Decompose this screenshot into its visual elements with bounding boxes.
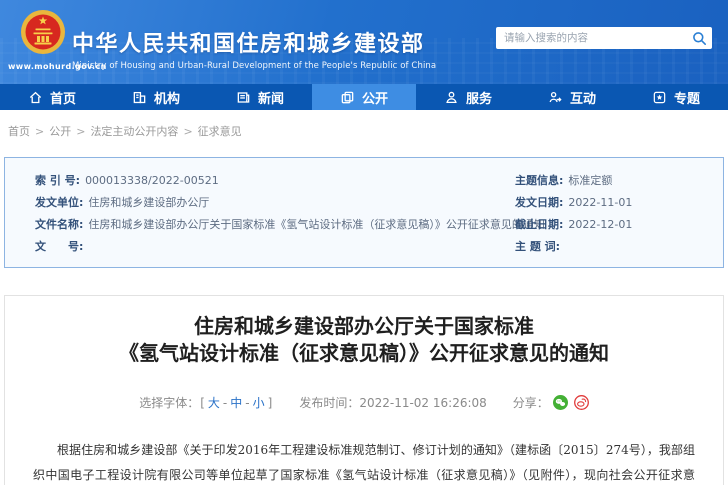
share-label: 分享： xyxy=(513,394,549,411)
share-icons xyxy=(553,395,589,410)
info-label: 主 题 词: xyxy=(515,236,560,258)
nav-item-label: 机构 xyxy=(154,88,180,107)
info-value: 000013338/2022-00521 xyxy=(85,170,219,192)
publish-time-label: 发布时间： xyxy=(299,394,359,411)
breadcrumb: 首页 > 公开 > 法定主动公开内容 > 征求意见 xyxy=(0,110,728,150)
nav-item-label: 服务 xyxy=(466,88,492,107)
site-title: 中华人民共和国住房和城乡建设部 xyxy=(72,26,436,58)
breadcrumb-separator: > xyxy=(183,125,192,138)
info-row-topic-info: 主题信息: 标准定额 xyxy=(515,170,723,192)
interact-person-icon xyxy=(548,90,563,105)
info-value: 2022-11-01 xyxy=(568,192,632,214)
topic-star-icon xyxy=(652,90,667,105)
info-value: 住房和城乡建设部办公厅 xyxy=(88,192,209,214)
nav-item-label: 首页 xyxy=(50,88,76,107)
article-title-line2: 《氢气站设计标准（征求意见稿）》公开征求意见的通知 xyxy=(31,340,697,367)
info-row-issue-date: 发文日期: 2022-11-01 xyxy=(515,192,723,214)
home-icon xyxy=(28,90,43,105)
info-row-document-number: 文 号: xyxy=(35,236,513,258)
nav-item-label: 新闻 xyxy=(258,88,284,107)
search-box xyxy=(496,27,712,49)
info-value: 住房和城乡建设部办公厅关于国家标准《氢气站设计标准（征求意见稿）》公开征求意见的… xyxy=(88,214,545,236)
site-header: www.mohurd.gov.cn 中华人民共和国住房和城乡建设部 Minist… xyxy=(0,0,728,84)
nav-item-org[interactable]: 机构 xyxy=(104,84,208,110)
info-label: 截止日期: xyxy=(515,214,563,236)
weibo-share-icon[interactable] xyxy=(574,395,589,410)
breadcrumb-item-statutory[interactable]: 法定主动公开内容 xyxy=(90,123,178,139)
info-label: 文件名称: xyxy=(35,214,83,236)
font-size-dash: - xyxy=(223,396,227,410)
breadcrumb-item-current: 征求意见 xyxy=(198,123,242,139)
nav-item-open[interactable]: 公开 xyxy=(312,84,416,110)
site-subtitle: Ministry of Housing and Urban-Rural Deve… xyxy=(72,61,436,71)
nav-item-news[interactable]: 新闻 xyxy=(208,84,312,110)
info-row-keywords: 主 题 词: xyxy=(515,236,723,258)
article-card: 住房和城乡建设部办公厅关于国家标准 《氢气站设计标准（征求意见稿）》公开征求意见… xyxy=(4,295,724,485)
document-info-panel: 索 引 号: 000013338/2022-00521 发文单位: 住房和城乡建… xyxy=(4,157,724,268)
publish-time-group: 发布时间： 2022-11-02 16:26:08 xyxy=(299,394,486,411)
org-building-icon xyxy=(132,90,147,105)
search-button[interactable] xyxy=(692,31,707,46)
nav-item-service[interactable]: 服务 xyxy=(416,84,520,110)
info-column-right: 主题信息: 标准定额 发文日期: 2022-11-01 截止日期: 2022-1… xyxy=(513,170,723,258)
nav-item-label: 互动 xyxy=(570,88,596,107)
nav-item-label: 专题 xyxy=(674,88,700,107)
header-titles: 中华人民共和国住房和城乡建设部 Ministry of Housing and … xyxy=(72,26,436,71)
breadcrumb-item-home[interactable]: 首页 xyxy=(8,123,30,139)
open-documents-icon xyxy=(340,90,355,105)
font-size-dash: - xyxy=(245,396,249,410)
breadcrumb-separator: > xyxy=(76,125,85,138)
info-value: 2022-12-01 xyxy=(568,214,632,236)
nav-item-home[interactable]: 首页 xyxy=(0,84,104,110)
breadcrumb-item-open[interactable]: 公开 xyxy=(49,123,71,139)
article-title-line1: 住房和城乡建设部办公厅关于国家标准 xyxy=(31,313,697,340)
info-row-document-title: 文件名称: 住房和城乡建设部办公厅关于国家标准《氢气站设计标准（征求意见稿）》公… xyxy=(35,214,513,236)
news-icon xyxy=(236,90,251,105)
info-label: 发文日期: xyxy=(515,192,563,214)
info-value: 标准定额 xyxy=(568,170,612,192)
font-size-small-link[interactable]: 小 xyxy=(253,394,265,411)
font-size-bracket-close: ] xyxy=(268,396,273,410)
info-row-issuing-unit: 发文单位: 住房和城乡建设部办公厅 xyxy=(35,192,513,214)
font-size-bracket-open: [ xyxy=(200,396,205,410)
font-size-medium-link[interactable]: 中 xyxy=(230,394,242,411)
info-row-deadline-date: 截止日期: 2022-12-01 xyxy=(515,214,723,236)
breadcrumb-separator: > xyxy=(35,125,44,138)
font-size-selector: 选择字体： [ 大 - 中 - 小 ] xyxy=(139,394,273,411)
info-column-left: 索 引 号: 000013338/2022-00521 发文单位: 住房和城乡建… xyxy=(5,170,513,258)
info-label: 索 引 号: xyxy=(35,170,80,192)
search-input[interactable] xyxy=(504,32,692,44)
info-row-index-number: 索 引 号: 000013338/2022-00521 xyxy=(35,170,513,192)
wechat-share-icon[interactable] xyxy=(553,395,568,410)
share-group: 分享： xyxy=(513,394,589,411)
font-size-large-link[interactable]: 大 xyxy=(208,394,220,411)
article-meta-row: 选择字体： [ 大 - 中 - 小 ] 发布时间： 2022-11-02 16:… xyxy=(31,394,697,411)
main-nav: 首页 机构 新闻 公开 服务 xyxy=(0,84,728,110)
nav-item-interact[interactable]: 互动 xyxy=(520,84,624,110)
national-emblem-icon xyxy=(20,6,66,64)
info-label: 发文单位: xyxy=(35,192,83,214)
article-title: 住房和城乡建设部办公厅关于国家标准 《氢气站设计标准（征求意见稿）》公开征求意见… xyxy=(31,313,697,367)
service-person-icon xyxy=(444,90,459,105)
info-label: 文 号: xyxy=(35,236,83,258)
nav-item-topic[interactable]: 专题 xyxy=(624,84,728,110)
info-label: 主题信息: xyxy=(515,170,563,192)
article-body-paragraph: 根据住房和城乡建设部《关于印发2016年工程建设标准规范制订、修订计划的通知》（… xyxy=(33,438,695,485)
search-icon xyxy=(692,31,707,46)
nav-item-label: 公开 xyxy=(362,88,388,107)
publish-time-value: 2022-11-02 16:26:08 xyxy=(359,396,486,410)
font-size-label: 选择字体： xyxy=(139,394,199,411)
